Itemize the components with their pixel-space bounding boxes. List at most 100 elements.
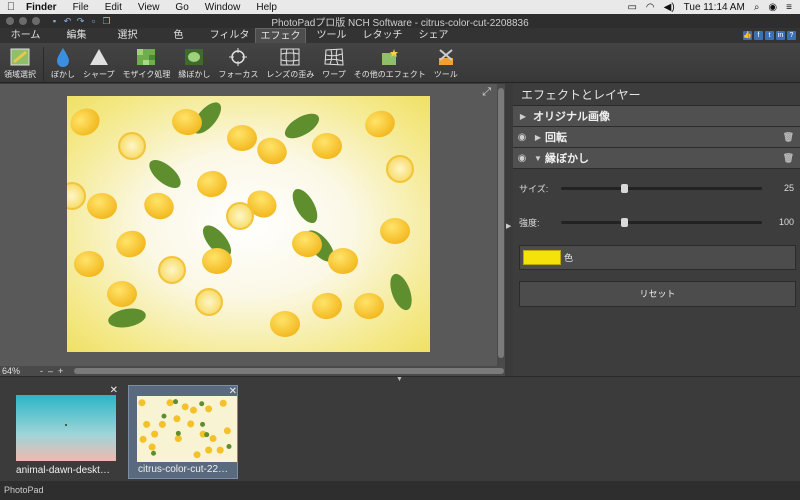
new-file-icon[interactable]: ▫ (89, 16, 98, 26)
size-slider-knob[interactable] (621, 183, 629, 193)
color-swatch[interactable] (523, 250, 561, 265)
window-title-bar: ▪ ↶ ↷ ▫ ❐ PhotoPadプロ版 NCH Software - cit… (0, 14, 800, 29)
collapse-arrow-icon[interactable]: ▼ (531, 154, 545, 163)
lemon-slice (158, 256, 186, 284)
lens-distortion-button[interactable]: レンズの歪み (262, 47, 318, 80)
reset-button[interactable]: リセット (519, 281, 796, 307)
thumbnail-leaf (199, 401, 205, 407)
whole-lemon (257, 137, 287, 165)
eye-icon[interactable]: ◉ (513, 153, 531, 164)
menu-finder[interactable]: Finder (22, 2, 65, 13)
color-picker-button[interactable]: 色 (519, 245, 796, 270)
airplay-icon[interactable]: ▭ (627, 2, 636, 13)
toolbar-label: 領域選択 (4, 70, 36, 79)
lemon-slice (67, 182, 86, 210)
menu-view[interactable]: View (130, 2, 168, 13)
layer-original-image[interactable]: ▶ オリジナル画像 (513, 106, 800, 127)
close-thumbnail-icon[interactable]: ✕ (229, 386, 237, 397)
thumbnail-lemon (143, 420, 151, 428)
thumbnail-animal-dawn[interactable]: ✕ animal-dawn-deskt… (8, 385, 118, 479)
panel-splitter[interactable]: ▶ (505, 84, 513, 376)
collapse-arrow-icon[interactable]: ▶ (506, 222, 511, 230)
focus-button[interactable]: フォーカス (214, 47, 262, 80)
thumbnail-lemon (139, 435, 147, 443)
close-window-button[interactable] (6, 17, 14, 25)
sharpen-button[interactable]: シャープ (79, 47, 119, 80)
clock[interactable]: Tue 11:14 AM (684, 2, 745, 13)
menu-window[interactable]: Window (197, 2, 249, 13)
minimize-window-button[interactable] (19, 17, 27, 25)
mosaic-button[interactable]: モザイク処理 (119, 47, 175, 80)
fullscreen-icon[interactable]: ⤢ (482, 86, 491, 99)
region-select-button[interactable]: 領域選択 (0, 47, 40, 80)
save-icon[interactable]: ▪ (50, 16, 59, 26)
redo-icon[interactable]: ↷ (76, 16, 85, 26)
vignette-button[interactable]: 縁ぼかし (174, 47, 214, 80)
menu-edit[interactable]: Edit (97, 2, 130, 13)
vertical-scroll-thumb[interactable] (498, 88, 504, 358)
help-icon[interactable]: ? (787, 31, 796, 40)
strength-slider[interactable] (561, 217, 762, 227)
close-thumbnail-icon[interactable]: ✕ (110, 385, 118, 396)
tab-retouch[interactable]: レタッチ (357, 28, 408, 43)
lemon-photo[interactable] (67, 96, 430, 352)
menu-file[interactable]: File (65, 2, 97, 13)
tab-filter[interactable]: フィルタ (204, 28, 255, 43)
more-effects-button[interactable]: その他のエフェクト (350, 47, 430, 80)
whole-lemon (202, 248, 232, 274)
wifi-icon[interactable]: ◠ (646, 2, 655, 13)
trash-icon[interactable]: 🗑 (783, 132, 800, 143)
menu-help[interactable]: Help (248, 2, 285, 13)
zoom-window-button[interactable] (32, 17, 40, 25)
facebook-icon[interactable]: f (754, 31, 763, 40)
linkedin-icon[interactable]: in (776, 31, 785, 40)
thumbnail-citrus[interactable]: ✕ citrus-color-cut-22… (128, 385, 238, 479)
strength-slider-knob[interactable] (621, 217, 629, 227)
tab-color[interactable]: 色 (153, 28, 204, 43)
toolbar-divider (43, 47, 44, 81)
size-value: 25 (783, 183, 794, 193)
whole-lemon (227, 125, 257, 151)
lemon-slice (226, 202, 254, 230)
strip-collapse-arrow-icon[interactable]: ▼ (396, 376, 403, 383)
tab-share[interactable]: シェア (408, 28, 459, 43)
mosaic-icon (135, 47, 157, 67)
tab-home[interactable]: ホーム (0, 28, 51, 43)
like-icon[interactable]: 👍 (743, 31, 752, 40)
zoom-in-button[interactable]: + (58, 366, 63, 376)
eye-icon[interactable]: ◉ (513, 132, 531, 143)
expand-arrow-icon[interactable]: ▶ (513, 112, 533, 121)
notification-center-icon[interactable]: ≡ (786, 2, 792, 13)
horizontal-scroll-thumb[interactable] (74, 368, 505, 374)
twitter-icon[interactable]: t (765, 31, 774, 40)
undo-icon[interactable]: ↶ (63, 16, 72, 26)
blur-button[interactable]: ぼかし (47, 47, 79, 80)
strength-label: 強度: (519, 217, 540, 228)
toolbar-label: ぼかし (51, 70, 75, 79)
whole-lemon (365, 110, 395, 138)
apple-icon[interactable]:  (0, 1, 22, 13)
layer-rotate[interactable]: ◉ ▶ 回転 🗑 (513, 127, 800, 148)
tools-button[interactable]: ツール (430, 47, 462, 80)
vertical-scrollbar[interactable] (497, 84, 505, 366)
tab-edit[interactable]: 編集 (51, 28, 102, 43)
copy-icon[interactable]: ❐ (102, 16, 111, 26)
menu-go[interactable]: Go (167, 2, 196, 13)
layer-vignette[interactable]: ◉ ▼ 縁ぼかし 🗑 (513, 148, 800, 169)
siri-icon[interactable]: ◉ (768, 2, 777, 13)
size-label: サイズ: (519, 183, 549, 194)
tab-tools[interactable]: ツール (306, 28, 357, 43)
image-canvas[interactable]: ⤢ (0, 84, 497, 366)
expand-arrow-icon[interactable]: ▶ (531, 133, 545, 142)
thumbnail-lemon (181, 403, 189, 411)
tab-effects[interactable]: エフェクト (255, 28, 306, 57)
zoom-slider-button[interactable]: – (48, 366, 53, 376)
warp-button[interactable]: ワープ (318, 47, 350, 80)
zoom-out-button[interactable]: - (40, 366, 43, 376)
spotlight-icon[interactable]: ⌕ (754, 2, 760, 13)
thumbnail-lemon (205, 446, 213, 454)
volume-icon[interactable]: ◀) (664, 2, 675, 13)
size-slider[interactable] (561, 183, 762, 193)
trash-icon[interactable]: 🗑 (783, 153, 800, 164)
tab-select[interactable]: 選択 (102, 28, 153, 43)
